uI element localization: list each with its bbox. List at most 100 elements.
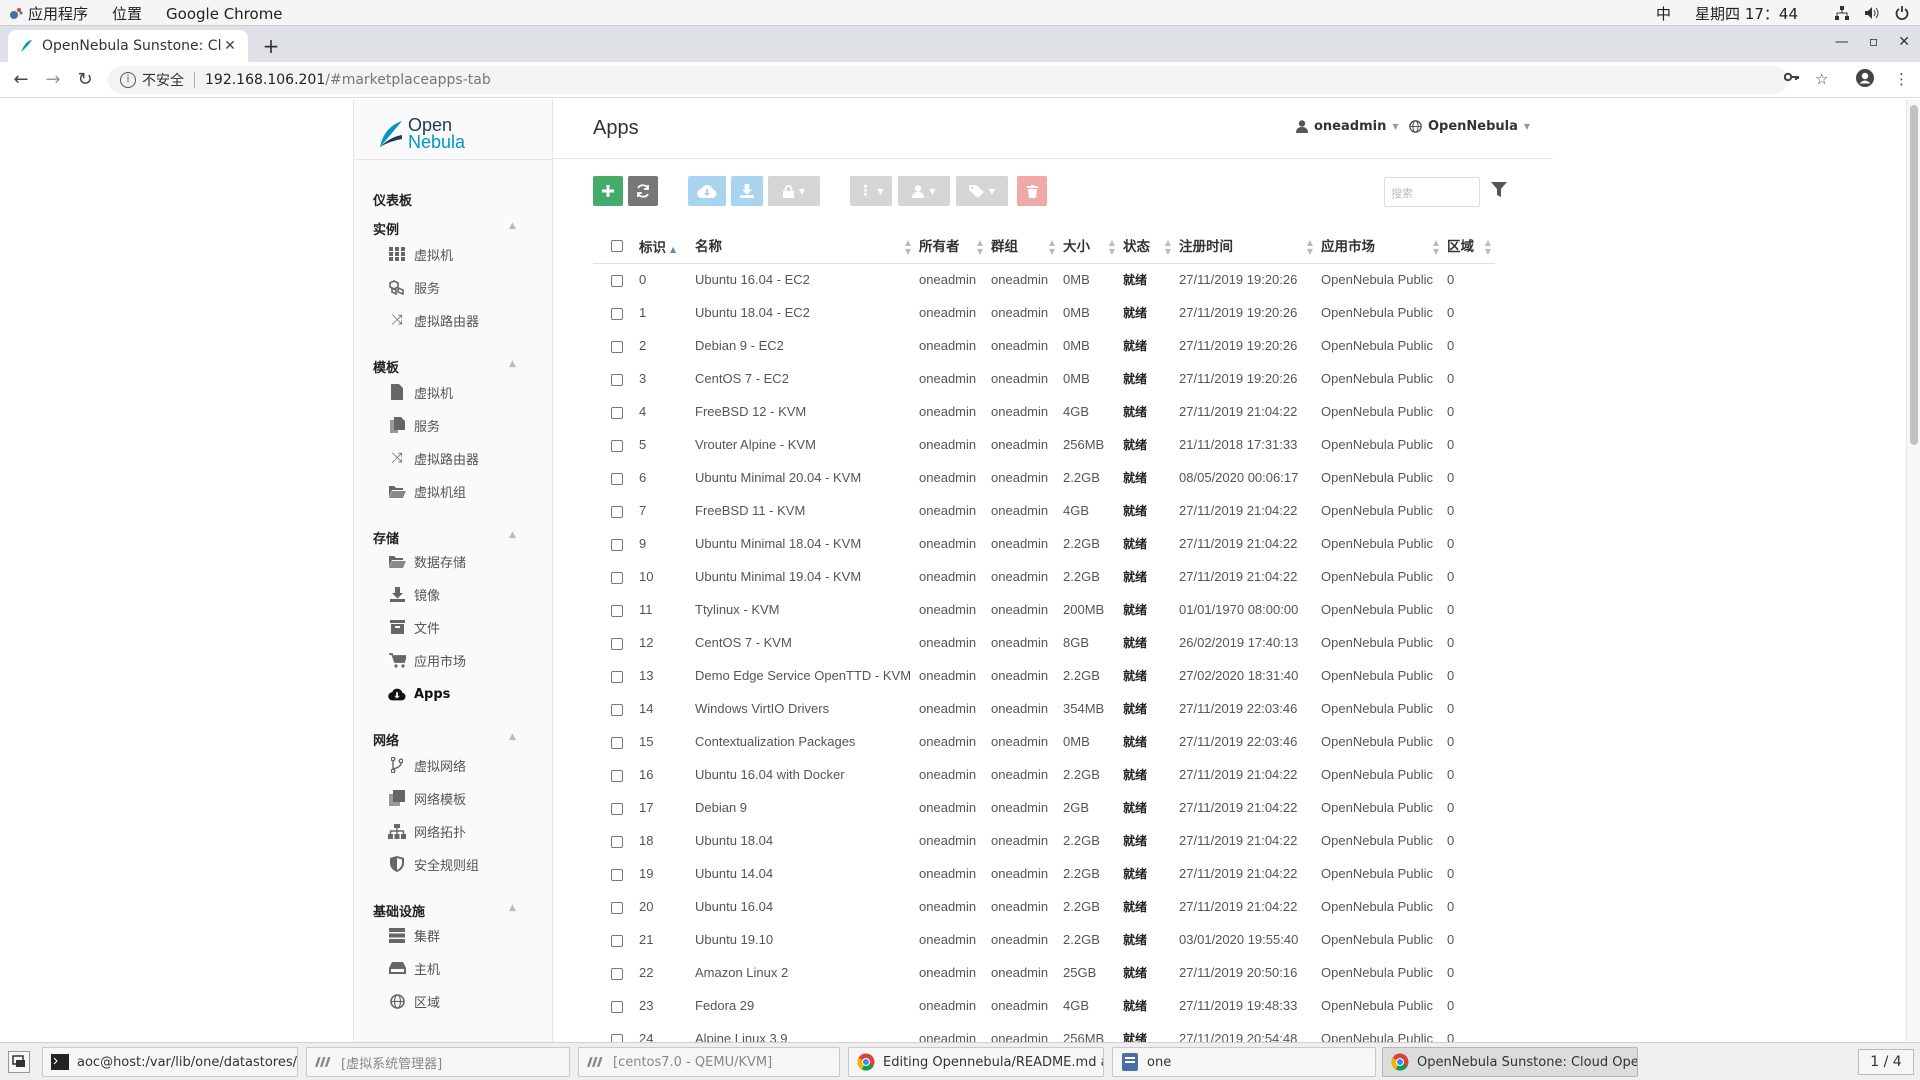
- table-row[interactable]: 7 FreeBSD 11 - KVM oneadmin oneadmin 4GB 就绪 27…: [593, 494, 1495, 527]
- nav-item-virtual-networks[interactable]: 虚拟网络: [388, 755, 466, 775]
- column-header-marketplace[interactable]: 应用市场 ▲ ▼: [1317, 229, 1444, 264]
- chrome-menu-icon[interactable]: ⋮: [1894, 70, 1909, 88]
- create-button[interactable]: [593, 176, 623, 206]
- collapse-infrastructure-icon[interactable]: ▲: [509, 903, 516, 913]
- nav-item-network-templates[interactable]: 网络模板: [388, 788, 466, 808]
- row-checkbox[interactable]: [593, 725, 635, 758]
- download-button[interactable]: [731, 176, 763, 206]
- row-checkbox[interactable]: [593, 659, 635, 692]
- scrollbar-thumb[interactable]: [1910, 105, 1918, 445]
- nav-item-network-topology[interactable]: 网络拓扑: [388, 821, 466, 841]
- site-info-icon[interactable]: i: [120, 72, 136, 88]
- row-checkbox[interactable]: [593, 494, 635, 527]
- nav-section-infrastructure[interactable]: 基础设施: [373, 901, 425, 920]
- table-row[interactable]: 16 Ubuntu 16.04 with Docker oneadmin oneadm…: [593, 758, 1495, 791]
- nav-item-zones[interactable]: 区域: [388, 991, 440, 1011]
- clock[interactable]: 星期四 17：44: [1695, 3, 1798, 24]
- delete-button[interactable]: [1017, 176, 1047, 206]
- table-row[interactable]: 13 Demo Edge Service OpenTTD - KVM oneadmi…: [593, 659, 1495, 692]
- table-row[interactable]: 6 Ubuntu Minimal 20.04 - KVM oneadmin onead…: [593, 461, 1495, 494]
- nav-item-marketplaces[interactable]: 应用市场: [388, 650, 466, 670]
- row-checkbox[interactable]: [593, 593, 635, 626]
- nav-item-hosts[interactable]: 主机: [388, 958, 440, 978]
- zone-menu[interactable]: OpenNebula ▼: [1409, 119, 1530, 134]
- labels-dropdown-button[interactable]: ▼: [956, 176, 1008, 206]
- table-row[interactable]: 18 Ubuntu 18.04 oneadmin oneadmin 2.2GB 就绪 27/…: [593, 824, 1495, 857]
- nav-item-service-templates[interactable]: 服务: [388, 415, 440, 435]
- table-row[interactable]: 24 Alpine Linux 3.9 oneadmin oneadmin 256MB 就…: [593, 1022, 1495, 1042]
- row-checkbox[interactable]: [593, 758, 635, 791]
- table-row[interactable]: 14 Windows VirtIO Drivers oneadmin oneadmin…: [593, 692, 1495, 725]
- table-row[interactable]: 20 Ubuntu 16.04 oneadmin oneadmin 2.2GB 就绪 27/…: [593, 890, 1495, 923]
- show-desktop-button[interactable]: [8, 1051, 30, 1073]
- row-checkbox[interactable]: [593, 296, 635, 329]
- search-input[interactable]: 搜索: [1384, 177, 1480, 207]
- table-row[interactable]: 23 Fedora 29 oneadmin oneadmin 4GB 就绪 27/11/20…: [593, 989, 1495, 1022]
- reload-icon[interactable]: ↻: [74, 69, 96, 91]
- page-scrollbar[interactable]: [1906, 99, 1920, 1042]
- row-checkbox[interactable]: [593, 989, 635, 1022]
- row-checkbox[interactable]: [593, 626, 635, 659]
- nav-item-apps[interactable]: Apps: [388, 684, 450, 704]
- table-row[interactable]: 9 Ubuntu Minimal 18.04 - KVM oneadmin onead…: [593, 527, 1495, 560]
- workspace-pager[interactable]: 1 / 4: [1858, 1049, 1914, 1075]
- minimize-icon[interactable]: —: [1835, 34, 1849, 50]
- browser-tab-active[interactable]: OpenNebula Sunstone: Cloud Operations Ce…: [8, 30, 248, 62]
- back-icon[interactable]: ←: [10, 69, 32, 91]
- places-menu[interactable]: 位置: [112, 3, 142, 24]
- table-row[interactable]: 2 Debian 9 - EC2 oneadmin oneadmin 0MB 就绪 27/1…: [593, 329, 1495, 362]
- collapse-instances-icon[interactable]: ▲: [509, 221, 516, 231]
- taskbar-item-terminal[interactable]: aoc@host:/var/lib/one/datastores/1: [42, 1047, 298, 1077]
- tab-close-icon[interactable]: ✕: [222, 38, 238, 54]
- table-row[interactable]: 3 CentOS 7 - EC2 oneadmin oneadmin 0MB 就绪 27/1…: [593, 362, 1495, 395]
- row-checkbox[interactable]: [593, 263, 635, 296]
- table-row[interactable]: 4 FreeBSD 12 - KVM oneadmin oneadmin 4GB 就绪 27…: [593, 395, 1495, 428]
- nav-item-vm-templates[interactable]: 虚拟机: [388, 382, 453, 402]
- table-row[interactable]: 22 Amazon Linux 2 oneadmin oneadmin 25GB 就绪 27…: [593, 956, 1495, 989]
- forward-icon[interactable]: →: [42, 69, 64, 91]
- export-cloud-button[interactable]: [688, 176, 726, 206]
- collapse-network-icon[interactable]: ▲: [509, 732, 516, 742]
- ownership-dropdown-button[interactable]: ▼: [898, 176, 950, 206]
- input-method-indicator[interactable]: 中: [1656, 3, 1671, 24]
- table-row[interactable]: 19 Ubuntu 14.04 oneadmin oneadmin 2.2GB 就绪 27/…: [593, 857, 1495, 890]
- taskbar-item-virt-manager[interactable]: [虚拟系统管理器]: [306, 1047, 570, 1077]
- nav-dashboard[interactable]: 仪表板: [373, 190, 412, 209]
- nav-item-clusters[interactable]: 集群: [388, 925, 440, 945]
- nav-item-vm-groups[interactable]: 虚拟机组: [388, 481, 466, 501]
- row-checkbox[interactable]: [593, 692, 635, 725]
- refresh-button[interactable]: [628, 176, 658, 206]
- bookmark-star-icon[interactable]: ☆: [1815, 70, 1828, 88]
- row-checkbox[interactable]: [593, 428, 635, 461]
- column-header-state[interactable]: 状态 ▲ ▼: [1119, 229, 1176, 264]
- table-row[interactable]: 12 CentOS 7 - KVM oneadmin oneadmin 8GB 就绪 26/…: [593, 626, 1495, 659]
- row-checkbox[interactable]: [593, 890, 635, 923]
- table-row[interactable]: 0 Ubuntu 16.04 - EC2 oneadmin oneadmin 0MB 就绪…: [593, 263, 1495, 296]
- table-row[interactable]: 21 Ubuntu 19.10 oneadmin oneadmin 2.2GB 就绪 03/…: [593, 923, 1495, 956]
- taskbar-item-qemu-console[interactable]: [centos7.0 - QEMU/KVM]: [578, 1047, 840, 1077]
- row-checkbox[interactable]: [593, 791, 635, 824]
- row-checkbox[interactable]: [593, 923, 635, 956]
- nav-item-services[interactable]: 服务: [388, 277, 440, 297]
- new-tab-button[interactable]: +: [260, 34, 282, 58]
- table-row[interactable]: 15 Contextualization Packages oneadmin onea…: [593, 725, 1495, 758]
- column-header-group[interactable]: 群组 ▲ ▼: [987, 229, 1060, 264]
- row-checkbox[interactable]: [593, 329, 635, 362]
- nav-section-network[interactable]: 网络: [373, 730, 399, 749]
- row-checkbox[interactable]: [593, 527, 635, 560]
- nav-item-virtual-routers[interactable]: ⤨ 虚拟路由器: [388, 310, 479, 330]
- table-row[interactable]: 11 Ttylinux - KVM oneadmin oneadmin 200MB 就绪 0…: [593, 593, 1495, 626]
- column-header-zone[interactable]: 区域 ▲ ▼: [1443, 229, 1496, 264]
- nav-item-datastores[interactable]: 数据存储: [388, 551, 466, 571]
- applications-menu[interactable]: 应用程序: [8, 3, 88, 24]
- more-actions-dropdown-button[interactable]: ⋮ ▼: [850, 176, 892, 206]
- row-checkbox[interactable]: [593, 395, 635, 428]
- column-header-name[interactable]: 名称 ▲ ▼: [691, 229, 916, 264]
- column-header-regtime[interactable]: 注册时间 ▲ ▼: [1175, 229, 1318, 264]
- nav-item-images[interactable]: 镜像: [388, 584, 440, 604]
- key-icon[interactable]: [1783, 70, 1800, 88]
- row-checkbox[interactable]: [593, 857, 635, 890]
- table-row[interactable]: 17 Debian 9 oneadmin oneadmin 2GB 就绪 27/11/201…: [593, 791, 1495, 824]
- filter-icon[interactable]: [1491, 182, 1507, 198]
- opennebula-logo[interactable]: Open Nebula: [378, 116, 465, 151]
